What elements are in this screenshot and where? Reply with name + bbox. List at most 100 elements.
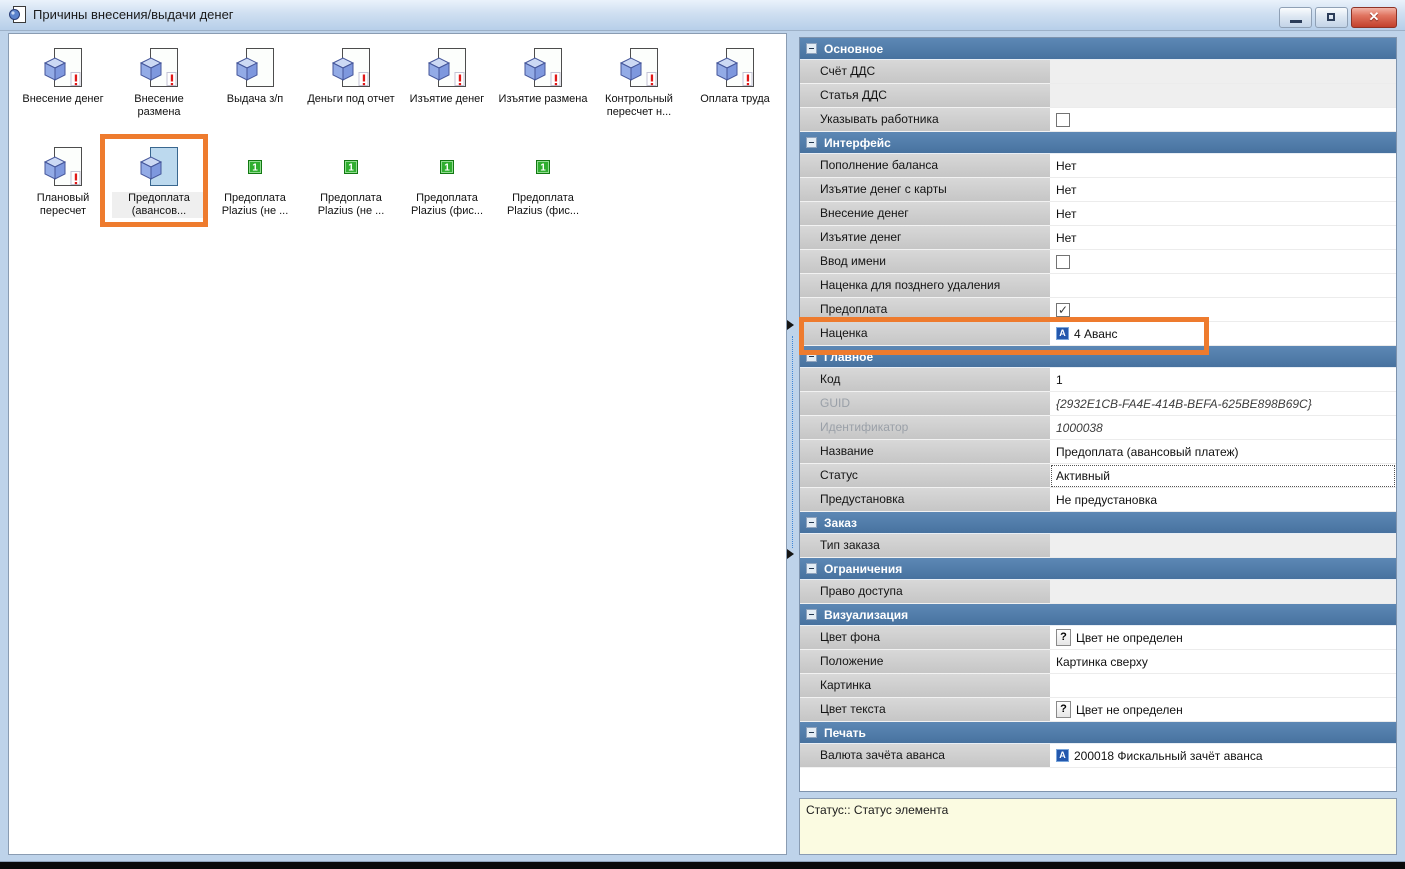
checkbox-unchecked-icon[interactable] xyxy=(1056,113,1070,127)
property-row[interactable]: ПоложениеКартинка сверху xyxy=(800,650,1396,674)
property-value[interactable]: Не предустановка xyxy=(1050,488,1396,512)
section-header[interactable]: Интерфейс xyxy=(800,132,1396,154)
property-row[interactable]: НаценкаA4 Аванс xyxy=(800,322,1396,346)
app-window: Причины внесения/выдачи денег ✕ Внесение… xyxy=(0,0,1405,862)
property-value[interactable]: 1 xyxy=(1050,368,1396,392)
property-label: GUID xyxy=(800,392,1050,416)
property-row[interactable]: Идентификатор1000038 xyxy=(800,416,1396,440)
property-row[interactable]: Счёт ДДС xyxy=(800,60,1396,84)
icon-row: Плановый пересчет Предоплата (авансов...… xyxy=(9,144,786,218)
property-row[interactable]: Право доступа xyxy=(800,580,1396,604)
reason-item[interactable]: 1Предоплата Plazius (не ... xyxy=(303,144,399,218)
collapse-icon[interactable] xyxy=(806,43,817,54)
collapse-icon[interactable] xyxy=(806,351,817,362)
question-icon[interactable]: ? xyxy=(1056,701,1071,718)
property-value[interactable] xyxy=(1050,534,1396,558)
reason-item[interactable]: Изъятие размена xyxy=(495,45,591,119)
reason-item[interactable]: Контрольный пересчет н... xyxy=(591,45,687,119)
property-value[interactable]: Активный xyxy=(1050,464,1396,488)
property-value-text: 1 xyxy=(1056,373,1063,387)
close-button[interactable]: ✕ xyxy=(1351,7,1397,28)
section-header[interactable]: Печать xyxy=(800,722,1396,744)
property-value[interactable]: ?Цвет не определен xyxy=(1050,626,1396,650)
property-value[interactable]: Нет xyxy=(1050,202,1396,226)
property-row[interactable]: Изъятие денегНет xyxy=(800,226,1396,250)
property-row[interactable]: Цвет текста?Цвет не определен xyxy=(800,698,1396,722)
property-value[interactable]: A200018 Фискальный зачёт аванса xyxy=(1050,744,1396,768)
property-value-text: Нет xyxy=(1056,207,1076,221)
document-cube-warning-icon xyxy=(43,45,83,91)
reason-item[interactable]: 1Предоплата Plazius (фис... xyxy=(495,144,591,218)
splitter-arrow-icon[interactable] xyxy=(787,549,794,559)
titlebar[interactable]: Причины внесения/выдачи денег ✕ xyxy=(0,0,1405,31)
property-value[interactable] xyxy=(1050,84,1396,108)
collapse-icon[interactable] xyxy=(806,609,817,620)
property-label: Право доступа xyxy=(800,580,1050,604)
property-value[interactable] xyxy=(1050,580,1396,604)
property-value[interactable] xyxy=(1050,274,1396,298)
property-row[interactable]: GUID{2932E1CB-FA4E-414B-BEFA-625BE898B69… xyxy=(800,392,1396,416)
property-row[interactable]: Предоплата✓ xyxy=(800,298,1396,322)
minimize-button[interactable] xyxy=(1279,7,1312,28)
property-value[interactable] xyxy=(1050,674,1396,698)
property-row[interactable]: ПредустановкаНе предустановка xyxy=(800,488,1396,512)
property-value[interactable]: A4 Аванс xyxy=(1050,322,1396,346)
property-value[interactable]: 1000038 xyxy=(1050,416,1396,440)
property-value[interactable]: {2932E1CB-FA4E-414B-BEFA-625BE898B69C} xyxy=(1050,392,1396,416)
property-value[interactable] xyxy=(1050,250,1396,274)
property-row[interactable]: Цвет фона?Цвет не определен xyxy=(800,626,1396,650)
section-header[interactable]: Главное xyxy=(800,346,1396,368)
reason-item[interactable]: Предоплата (авансов... xyxy=(111,144,207,218)
property-row[interactable]: СтатусАктивный xyxy=(800,464,1396,488)
property-row[interactable]: Пополнение балансаНет xyxy=(800,154,1396,178)
splitter-handle[interactable] xyxy=(792,336,793,548)
property-value[interactable] xyxy=(1050,108,1396,132)
property-row[interactable]: Тип заказа xyxy=(800,534,1396,558)
reason-item[interactable]: Выдача з/п xyxy=(207,45,303,119)
reason-item[interactable]: Деньги под отчет xyxy=(303,45,399,119)
property-value-text: Картинка сверху xyxy=(1056,655,1148,669)
checkbox-unchecked-icon[interactable] xyxy=(1056,255,1070,269)
reason-item[interactable]: Внесение размена xyxy=(111,45,207,119)
checkbox-checked-icon[interactable]: ✓ xyxy=(1056,303,1070,317)
section-header[interactable]: Заказ xyxy=(800,512,1396,534)
document-cube-warning-icon xyxy=(427,45,467,91)
property-row[interactable]: Код1 xyxy=(800,368,1396,392)
property-row[interactable]: Валюта зачёта авансаA200018 Фискальный з… xyxy=(800,744,1396,768)
reason-item[interactable]: Плановый пересчет xyxy=(15,144,111,218)
property-row[interactable]: Ввод имени xyxy=(800,250,1396,274)
property-value[interactable]: ?Цвет не определен xyxy=(1050,698,1396,722)
property-row[interactable]: Изъятие денег с картыНет xyxy=(800,178,1396,202)
property-row[interactable]: Статья ДДС xyxy=(800,84,1396,108)
property-value[interactable]: Нет xyxy=(1050,178,1396,202)
property-value-text: 1000038 xyxy=(1056,421,1103,435)
collapse-icon[interactable] xyxy=(806,137,817,148)
property-value[interactable]: ✓ xyxy=(1050,298,1396,322)
reason-item[interactable]: Внесение денег xyxy=(15,45,111,119)
reason-item-label: Предоплата (авансов... xyxy=(112,192,206,218)
property-row[interactable]: НазваниеПредоплата (авансовый платеж) xyxy=(800,440,1396,464)
collapse-icon[interactable] xyxy=(806,517,817,528)
reason-item[interactable]: 1Предоплата Plazius (не ... xyxy=(207,144,303,218)
reason-item[interactable]: 1Предоплата Plazius (фис... xyxy=(399,144,495,218)
property-row[interactable]: Картинка xyxy=(800,674,1396,698)
section-header[interactable]: Основное xyxy=(800,38,1396,60)
collapse-icon[interactable] xyxy=(806,727,817,738)
section-header[interactable]: Визуализация xyxy=(800,604,1396,626)
property-row[interactable]: Указывать работника xyxy=(800,108,1396,132)
property-value[interactable]: Картинка сверху xyxy=(1050,650,1396,674)
property-value[interactable]: Нет xyxy=(1050,154,1396,178)
reason-item[interactable]: Изъятие денег xyxy=(399,45,495,119)
maximize-button[interactable] xyxy=(1315,7,1348,28)
property-value[interactable]: Нет xyxy=(1050,226,1396,250)
reason-item[interactable]: Оплата труда xyxy=(687,45,783,119)
property-value[interactable]: Предоплата (авансовый платеж) xyxy=(1050,440,1396,464)
section-header[interactable]: Ограничения xyxy=(800,558,1396,580)
property-value[interactable] xyxy=(1050,60,1396,84)
splitter-arrow-icon[interactable] xyxy=(787,320,794,330)
property-row[interactable]: Внесение денегНет xyxy=(800,202,1396,226)
reason-item-label: Оплата труда xyxy=(700,93,770,106)
collapse-icon[interactable] xyxy=(806,563,817,574)
property-row[interactable]: Наценка для позднего удаления xyxy=(800,274,1396,298)
question-icon[interactable]: ? xyxy=(1056,629,1071,646)
